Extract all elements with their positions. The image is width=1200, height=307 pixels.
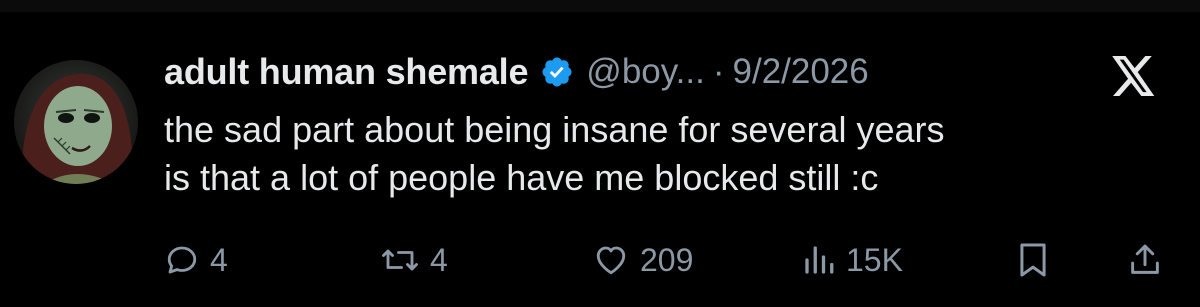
heart-icon <box>592 242 630 278</box>
reply-count: 4 <box>210 241 228 278</box>
top-strip <box>0 0 1200 12</box>
repost-icon <box>380 242 420 278</box>
tweet-text: the sad part about being insane for seve… <box>164 106 1164 202</box>
tweet-header: adult human shemale @boy... · 9/2/2026 <box>164 48 869 96</box>
display-name[interactable]: adult human shemale <box>164 51 528 93</box>
bookmark-icon <box>1016 241 1050 279</box>
tweet-text-line: is that a lot of people have me blocked … <box>164 157 879 198</box>
repost-button[interactable]: 4 <box>380 236 448 284</box>
views-button[interactable]: 15K <box>802 236 903 284</box>
repost-count: 4 <box>430 241 448 278</box>
bookmark-button[interactable] <box>1016 236 1050 284</box>
reply-icon <box>164 242 200 278</box>
views-count: 15K <box>846 241 903 278</box>
tweet-date[interactable]: 9/2/2026 <box>733 52 869 92</box>
views-chart-icon <box>802 242 836 278</box>
separator-dot: · <box>712 52 725 91</box>
x-logo-icon[interactable] <box>1112 56 1156 96</box>
reply-button[interactable]: 4 <box>164 236 228 284</box>
like-button[interactable]: 209 <box>592 236 693 284</box>
verified-badge-icon <box>540 55 574 89</box>
tweet-text-line: the sad part about being insane for seve… <box>164 109 945 150</box>
tweet-card[interactable]: adult human shemale @boy... · 9/2/2026 t… <box>0 12 1200 307</box>
like-count: 209 <box>640 241 694 278</box>
share-button[interactable] <box>1128 236 1162 284</box>
handle[interactable]: @boy... <box>586 52 705 92</box>
share-icon <box>1128 241 1162 279</box>
avatar[interactable] <box>14 60 138 184</box>
action-bar: 4 4 209 15K <box>0 236 1200 284</box>
